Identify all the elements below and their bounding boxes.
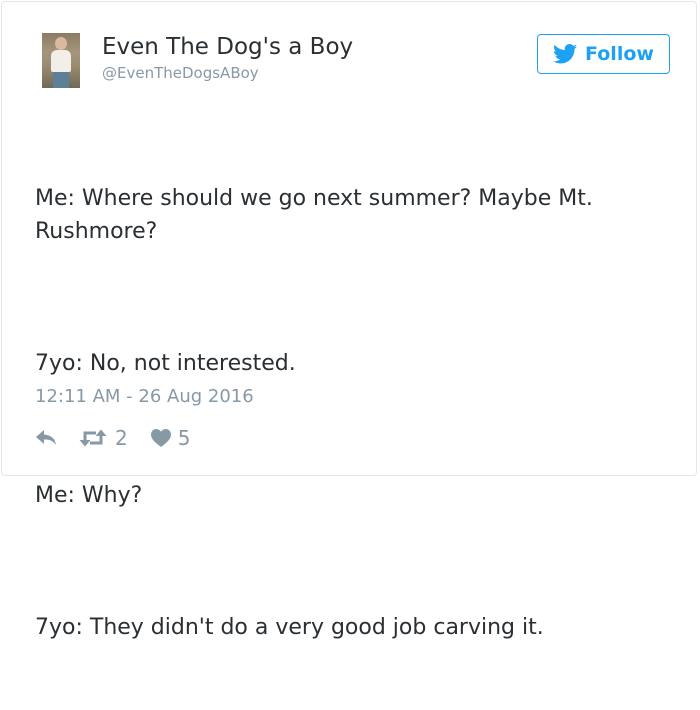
tweet-timestamp[interactable]: 12:11 AM - 26 Aug 2016 [35,386,254,407]
display-name[interactable]: Even The Dog's a Boy [102,34,353,60]
tweet-line: Me: Why? [35,483,143,508]
follow-button[interactable]: Follow [537,34,670,74]
follow-label: Follow [585,43,654,65]
retweet-icon [79,429,107,447]
reply-action[interactable] [35,427,59,449]
tweet-line: 7yo: No, not interested. [35,351,296,376]
heart-icon [150,429,171,447]
avatar-legs-shape [53,72,69,88]
user-handle[interactable]: @EvenTheDogsABoy [102,64,259,82]
like-action[interactable]: 5 [150,426,191,450]
retweet-action[interactable]: 2 [79,426,128,450]
tweet-line: 7yo: They didn't do a very good job carv… [35,615,544,640]
tweet-actions: 2 5 [35,425,190,451]
tweet-card: Even The Dog's a Boy @EvenTheDogsABoy Fo… [1,1,697,640]
twitter-bird-icon [553,44,578,64]
avatar-body-shape [51,50,71,72]
reply-icon [36,430,56,445]
retweet-count: 2 [115,426,128,450]
avatar-head-shape [55,37,67,50]
like-count: 5 [177,426,191,450]
tweet-text: Me: Where should we go next summer? Mayb… [35,116,675,710]
avatar[interactable] [42,33,80,88]
tweet-line: Me: Where should we go next summer? Mayb… [35,186,600,244]
